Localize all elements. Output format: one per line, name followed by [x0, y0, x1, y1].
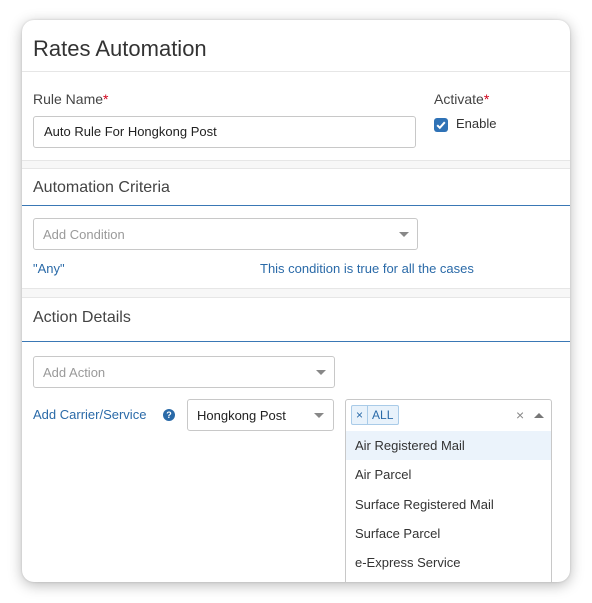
tag-label: ALL: [372, 408, 394, 422]
remove-tag-icon[interactable]: ×: [352, 406, 369, 424]
action-details-title: Action Details: [33, 309, 131, 326]
carrier-value: Hongkong Post: [197, 408, 286, 423]
option-surface-parcel[interactable]: Surface Parcel: [346, 519, 551, 548]
option-e-express-service[interactable]: e-Express Service: [346, 548, 551, 577]
section-rule: [22, 341, 570, 342]
chevron-down-icon: [399, 232, 409, 237]
section-gap: [22, 161, 570, 168]
chevron-down-icon: [314, 413, 324, 418]
service-options-list: Air Registered Mail Air Parcel Surface R…: [345, 430, 552, 582]
add-carrier-service-label: Add Carrier/Service: [33, 407, 147, 422]
rates-automation-card: Rates Automation Rule Name* Auto Rule Fo…: [22, 20, 570, 582]
clear-icon[interactable]: ×: [516, 407, 524, 423]
divider: [22, 297, 570, 298]
option-air-registered-mail[interactable]: Air Registered Mail: [346, 431, 551, 460]
header-divider: [22, 71, 570, 72]
section-rule: [22, 205, 570, 206]
section-gap: [22, 289, 570, 297]
chevron-up-icon[interactable]: [534, 413, 544, 418]
divider: [22, 168, 570, 169]
option-air-parcel[interactable]: Air Parcel: [346, 460, 551, 489]
enable-label: Enable: [456, 116, 497, 131]
chevron-down-icon: [316, 370, 326, 375]
rule-name-label: Rule Name*: [33, 91, 109, 107]
any-condition-description: This condition is true for all the cases: [260, 261, 474, 276]
activate-label: Activate*: [434, 91, 490, 107]
add-action-select[interactable]: Add Action: [33, 356, 335, 388]
carrier-select[interactable]: Hongkong Post: [187, 399, 334, 431]
selected-service-tag: × ALL: [351, 405, 400, 425]
add-condition-select[interactable]: Add Condition: [33, 218, 418, 250]
action-placeholder: Add Action: [43, 365, 106, 380]
page-title: Rates Automation: [33, 36, 207, 61]
condition-placeholder: Add Condition: [43, 227, 125, 242]
checkmark-icon: [436, 121, 446, 130]
any-condition-text: "Any": [33, 261, 65, 276]
service-multiselect[interactable]: × ALL ×: [345, 399, 552, 431]
automation-criteria-title: Automation Criteria: [33, 179, 170, 196]
help-icon[interactable]: ?: [163, 409, 175, 421]
option-surface-registered-mail[interactable]: Surface Registered Mail: [346, 490, 551, 519]
rule-name-value: Auto Rule For Hongkong Post: [44, 124, 217, 139]
rule-name-input[interactable]: Auto Rule For Hongkong Post: [33, 116, 416, 148]
enable-checkbox[interactable]: [434, 118, 448, 132]
